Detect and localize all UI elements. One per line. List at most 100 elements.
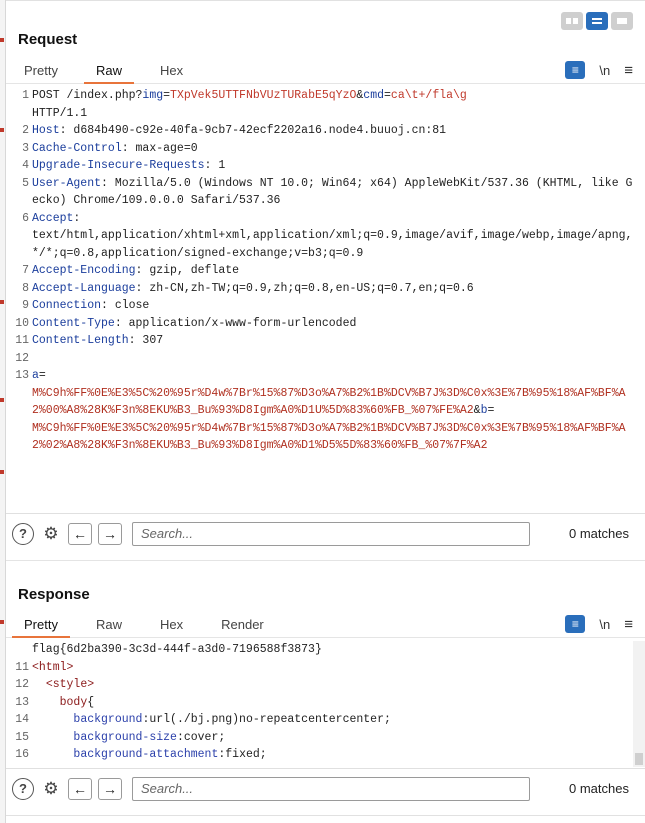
flag-text: flag{6d2ba390-3c3d-444f-a3d0-7196588f387… xyxy=(32,643,322,656)
line-number: 11 xyxy=(15,334,29,347)
line-number: 8 xyxy=(22,281,29,295)
single-pane-icon[interactable] xyxy=(611,12,633,30)
header-name: Upgrade-Insecure-Requests xyxy=(32,159,205,172)
tab-pretty[interactable]: Pretty xyxy=(12,63,70,83)
code-line: 10 Content-Type: application/x-www-form-u… xyxy=(6,315,645,333)
tag-bracket: < xyxy=(32,660,39,674)
css-property: background xyxy=(73,713,143,726)
search-input[interactable] xyxy=(132,776,530,801)
request-panel: Request Pretty Raw Hex ≡ \n ≡ 1 POST /in… xyxy=(6,0,645,560)
param-eq: = xyxy=(487,404,495,417)
search-input[interactable] xyxy=(132,521,530,546)
tab-raw[interactable]: Raw xyxy=(84,617,134,637)
next-match-button[interactable]: → xyxy=(98,777,122,800)
css-value: :fixed; xyxy=(218,748,267,761)
header-line: Host: d684b490-c92e-40fa-9cb7-42ecf2202a… xyxy=(32,122,645,140)
code-line: 1 POST /index.php?img=TXpVek5UTTFNbVUzTU… xyxy=(6,87,645,122)
menu-icon[interactable]: ≡ xyxy=(624,616,633,633)
line-number: 15 xyxy=(15,730,29,744)
show-newlines-toggle[interactable]: \n xyxy=(599,617,610,632)
tab-hex[interactable]: Hex xyxy=(148,617,195,637)
scrollbar-thumb[interactable] xyxy=(635,753,643,765)
line-number: 6 xyxy=(22,211,29,225)
header-line: Accept-Language: zh-CN,zh-TW;q=0.9,zh;q=… xyxy=(32,280,645,298)
code-line: 13 a= M%C9h%FF%0E%E3%5C%20%95r%D4w%7Br%15… xyxy=(6,367,645,455)
body-param-value: M%C9h%FF%0E%E3%5C%20%95r%D4w%7Br%15%87%D… xyxy=(32,386,626,418)
line-number: 12 xyxy=(15,678,29,691)
tag-bracket: > xyxy=(87,678,95,691)
css-line: background-size:cover; xyxy=(32,729,645,747)
response-scrollbar[interactable] xyxy=(633,641,645,767)
code-line: 11 Content-Length: 307 xyxy=(6,332,645,350)
param-eq: = xyxy=(384,89,391,102)
code-line: 3 Cache-Control: max-age=0 xyxy=(6,140,645,158)
header-value: : application/x-www-form-urlencoded xyxy=(114,316,357,330)
tag-name: style xyxy=(52,678,88,691)
previous-match-button[interactable]: ← xyxy=(68,522,92,545)
line-number: 10 xyxy=(15,316,29,330)
line-number xyxy=(6,641,32,659)
split-columns-icon[interactable] xyxy=(561,12,583,30)
code-line: 14 background:url(./bj.png)no-repeatcent… xyxy=(6,711,645,729)
response-editor[interactable]: flag{6d2ba390-3c3d-444f-a3d0-7196588f387… xyxy=(6,641,645,767)
css-value: :url(./bj.png)no-repeatcentercenter; xyxy=(142,713,391,726)
line-number: 1 xyxy=(22,89,29,102)
help-icon[interactable]: ? xyxy=(12,777,34,800)
header-name: Accept-Encoding xyxy=(32,264,136,277)
header-value: : d684b490-c92e-40fa-9cb7-42ecf2202a16.n… xyxy=(59,124,447,137)
param-name: cmd xyxy=(363,89,385,102)
header-line: Content-Type: application/x-www-form-url… xyxy=(32,315,645,333)
next-match-button[interactable]: → xyxy=(98,522,122,545)
param-sep: & xyxy=(473,404,481,417)
line-number: 12 xyxy=(15,351,29,365)
word-wrap-icon[interactable]: ≡ xyxy=(565,61,586,79)
tab-raw[interactable]: Raw xyxy=(83,63,134,84)
tag-bracket: > xyxy=(66,660,74,674)
css-line: background:url(./bj.png)no-repeatcenterc… xyxy=(32,711,645,729)
header-value: : 1 xyxy=(204,159,226,172)
css-brace: { xyxy=(87,695,95,709)
css-line: background-attachment:fixed; xyxy=(32,746,645,764)
header-value: : zh-CN,zh-TW;q=0.9,zh;q=0.8,en-US;q=0.7… xyxy=(135,281,474,295)
code-line: 16 background-attachment:fixed; xyxy=(6,746,645,764)
pane-divider[interactable] xyxy=(6,560,645,578)
css-value: :cover; xyxy=(176,730,226,744)
html-line: <html> xyxy=(32,659,645,677)
code-line: 2 Host: d684b490-c92e-40fa-9cb7-42ecf2202… xyxy=(6,122,645,140)
line-number: 7 xyxy=(22,264,29,277)
header-name: Connection xyxy=(32,299,102,312)
header-line: Accept: text/html,application/xhtml+xml,… xyxy=(32,210,645,263)
header-value: : max-age=0 xyxy=(121,141,198,155)
show-newlines-toggle[interactable]: \n xyxy=(599,63,610,78)
header-name: Accept-Language xyxy=(32,281,136,295)
code-line: 8 Accept-Language: zh-CN,zh-TW;q=0.9,zh;q… xyxy=(6,280,645,298)
header-value: : text/html,application/xhtml+xml,applic… xyxy=(32,211,633,260)
line-number: 3 xyxy=(22,141,29,155)
line-number: 11 xyxy=(15,660,29,674)
tab-pretty[interactable]: Pretty xyxy=(12,617,70,638)
param-eq: = xyxy=(38,369,46,382)
code-line: flag{6d2ba390-3c3d-444f-a3d0-7196588f387… xyxy=(6,641,645,659)
http-version: HTTP/1.1 xyxy=(32,106,88,120)
request-editor[interactable]: 1 POST /index.php?img=TXpVek5UTTFNbVUzTU… xyxy=(6,87,645,511)
body-param-value: M%C9h%FF%0E%E3%5C%20%95r%D4w%7Br%15%87%D… xyxy=(32,421,626,453)
tab-hex[interactable]: Hex xyxy=(148,63,195,83)
split-rows-icon[interactable] xyxy=(586,12,608,30)
tab-render[interactable]: Render xyxy=(209,617,276,637)
header-value: : 307 xyxy=(128,334,164,347)
previous-match-button[interactable]: ← xyxy=(68,777,92,800)
gear-icon[interactable]: ⚙ xyxy=(40,778,62,800)
css-property: background-attachment xyxy=(73,748,219,761)
code-line: 6 Accept: text/html,application/xhtml+xml… xyxy=(6,210,645,263)
gear-icon[interactable]: ⚙ xyxy=(40,523,62,545)
help-icon[interactable]: ? xyxy=(12,522,34,545)
header-line: Content-Length: 307 xyxy=(32,332,645,350)
code-line: 11 <html> xyxy=(6,659,645,677)
header-line: Cache-Control: max-age=0 xyxy=(32,140,645,158)
match-count: 0 matches xyxy=(569,781,629,796)
word-wrap-icon[interactable]: ≡ xyxy=(565,615,586,633)
header-name: Accept xyxy=(32,211,74,225)
menu-icon[interactable]: ≡ xyxy=(624,62,633,79)
